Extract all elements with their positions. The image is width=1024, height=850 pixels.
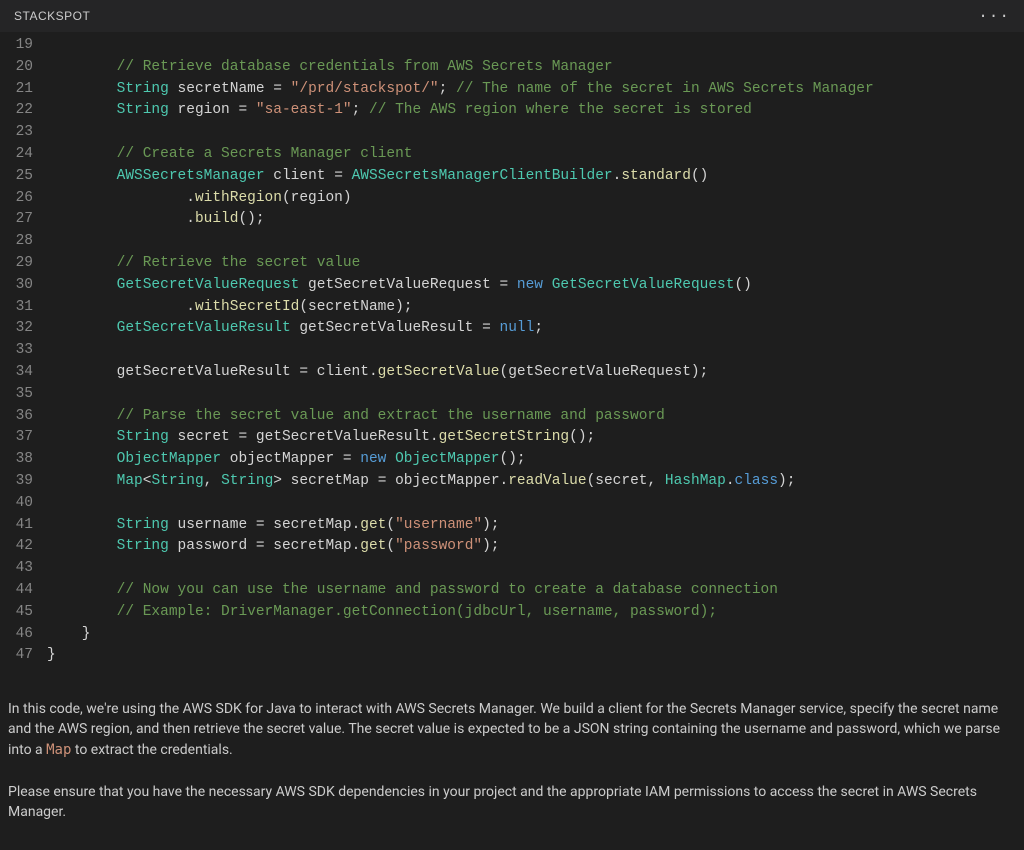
line-number: 32 (0, 318, 47, 340)
code-content[interactable] (47, 558, 1024, 580)
line-number: 33 (0, 340, 47, 362)
line-number: 47 (0, 645, 47, 667)
code-line[interactable]: 32 GetSecretValueResult getSecretValueRe… (0, 318, 1024, 340)
code-content[interactable]: GetSecretValueResult getSecretValueResul… (47, 318, 1024, 340)
line-number: 25 (0, 166, 47, 188)
code-line[interactable]: 21 String secretName = "/prd/stackspot/"… (0, 79, 1024, 101)
code-line[interactable]: 43 (0, 558, 1024, 580)
code-content[interactable] (47, 384, 1024, 406)
code-content[interactable]: } (47, 624, 1024, 646)
line-number: 35 (0, 384, 47, 406)
code-line[interactable]: 34 getSecretValueResult = client.getSecr… (0, 362, 1024, 384)
code-line[interactable]: 35 (0, 384, 1024, 406)
code-line[interactable]: 23 (0, 122, 1024, 144)
line-number: 27 (0, 209, 47, 231)
explanation-text: In this code, we're using the AWS SDK fo… (0, 699, 1024, 822)
code-line[interactable]: 33 (0, 340, 1024, 362)
code-content[interactable]: .build(); (47, 209, 1024, 231)
line-number: 38 (0, 449, 47, 471)
code-content[interactable]: .withSecretId(secretName); (47, 297, 1024, 319)
line-number: 45 (0, 602, 47, 624)
code-line[interactable]: 46 } (0, 624, 1024, 646)
code-content[interactable]: GetSecretValueRequest getSecretValueRequ… (47, 275, 1024, 297)
code-content[interactable] (47, 231, 1024, 253)
code-line[interactable]: 41 String username = secretMap.get("user… (0, 515, 1024, 537)
line-number: 36 (0, 406, 47, 428)
line-number: 24 (0, 144, 47, 166)
code-content[interactable] (47, 122, 1024, 144)
line-number: 30 (0, 275, 47, 297)
code-content[interactable]: // Create a Secrets Manager client (47, 144, 1024, 166)
code-content[interactable]: Map<String, String> secretMap = objectMa… (47, 471, 1024, 493)
line-number: 40 (0, 493, 47, 515)
code-line[interactable]: 45 // Example: DriverManager.getConnecti… (0, 602, 1024, 624)
code-content[interactable]: // Retrieve database credentials from AW… (47, 57, 1024, 79)
code-line[interactable]: 24 // Create a Secrets Manager client (0, 144, 1024, 166)
code-line[interactable]: 22 String region = "sa-east-1"; // The A… (0, 100, 1024, 122)
line-number: 39 (0, 471, 47, 493)
code-content[interactable]: // Now you can use the username and pass… (47, 580, 1024, 602)
line-number: 29 (0, 253, 47, 275)
code-content[interactable]: String username = secretMap.get("usernam… (47, 515, 1024, 537)
text-segment: to extract the credentials. (71, 742, 232, 758)
explanation-paragraph-2: Please ensure that you have the necessar… (8, 782, 1016, 823)
code-line[interactable]: 26 .withRegion(region) (0, 188, 1024, 210)
code-content[interactable]: AWSSecretsManager client = AWSSecretsMan… (47, 166, 1024, 188)
line-number: 19 (0, 35, 47, 57)
code-content[interactable]: String secretName = "/prd/stackspot/"; /… (47, 79, 1024, 101)
line-number: 31 (0, 297, 47, 319)
more-icon[interactable]: ··· (978, 11, 1010, 21)
code-content[interactable]: getSecretValueResult = client.getSecretV… (47, 362, 1024, 384)
inline-code-map: Map (46, 742, 71, 758)
code-content[interactable]: // Retrieve the secret value (47, 253, 1024, 275)
code-content[interactable] (47, 340, 1024, 362)
code-content[interactable]: String password = secretMap.get("passwor… (47, 536, 1024, 558)
code-line[interactable]: 38 ObjectMapper objectMapper = new Objec… (0, 449, 1024, 471)
code-line[interactable]: 31 .withSecretId(secretName); (0, 297, 1024, 319)
line-number: 20 (0, 57, 47, 79)
line-number: 41 (0, 515, 47, 537)
code-line[interactable]: 25 AWSSecretsManager client = AWSSecrets… (0, 166, 1024, 188)
line-number: 37 (0, 427, 47, 449)
code-line[interactable]: 30 GetSecretValueRequest getSecretValueR… (0, 275, 1024, 297)
code-line[interactable]: 39 Map<String, String> secretMap = objec… (0, 471, 1024, 493)
code-content[interactable] (47, 35, 1024, 57)
explanation-paragraph-1: In this code, we're using the AWS SDK fo… (8, 699, 1016, 760)
code-content[interactable]: } (47, 645, 1024, 667)
line-number: 46 (0, 624, 47, 646)
line-number: 44 (0, 580, 47, 602)
code-content[interactable]: String region = "sa-east-1"; // The AWS … (47, 100, 1024, 122)
line-number: 34 (0, 362, 47, 384)
panel-header: STACKSPOT ··· (0, 0, 1024, 33)
code-content[interactable]: // Example: DriverManager.getConnection(… (47, 602, 1024, 624)
code-content[interactable]: ObjectMapper objectMapper = new ObjectMa… (47, 449, 1024, 471)
code-content[interactable] (47, 493, 1024, 515)
code-line[interactable]: 40 (0, 493, 1024, 515)
code-line[interactable]: 37 String secret = getSecretValueResult.… (0, 427, 1024, 449)
code-line[interactable]: 20 // Retrieve database credentials from… (0, 57, 1024, 79)
code-line[interactable]: 19 (0, 35, 1024, 57)
code-line[interactable]: 47} (0, 645, 1024, 667)
code-line[interactable]: 44 // Now you can use the username and p… (0, 580, 1024, 602)
code-line[interactable]: 29 // Retrieve the secret value (0, 253, 1024, 275)
line-number: 22 (0, 100, 47, 122)
line-number: 43 (0, 558, 47, 580)
panel-title: STACKSPOT (14, 9, 90, 23)
code-content[interactable]: // Parse the secret value and extract th… (47, 406, 1024, 428)
code-content[interactable]: String secret = getSecretValueResult.get… (47, 427, 1024, 449)
code-line[interactable]: 42 String password = secretMap.get("pass… (0, 536, 1024, 558)
line-number: 42 (0, 536, 47, 558)
line-number: 28 (0, 231, 47, 253)
line-number: 21 (0, 79, 47, 101)
line-number: 23 (0, 122, 47, 144)
code-content[interactable]: .withRegion(region) (47, 188, 1024, 210)
code-line[interactable]: 28 (0, 231, 1024, 253)
line-number: 26 (0, 188, 47, 210)
code-line[interactable]: 27 .build(); (0, 209, 1024, 231)
code-line[interactable]: 36 // Parse the secret value and extract… (0, 406, 1024, 428)
code-editor[interactable]: 1920 // Retrieve database credentials fr… (0, 33, 1024, 677)
